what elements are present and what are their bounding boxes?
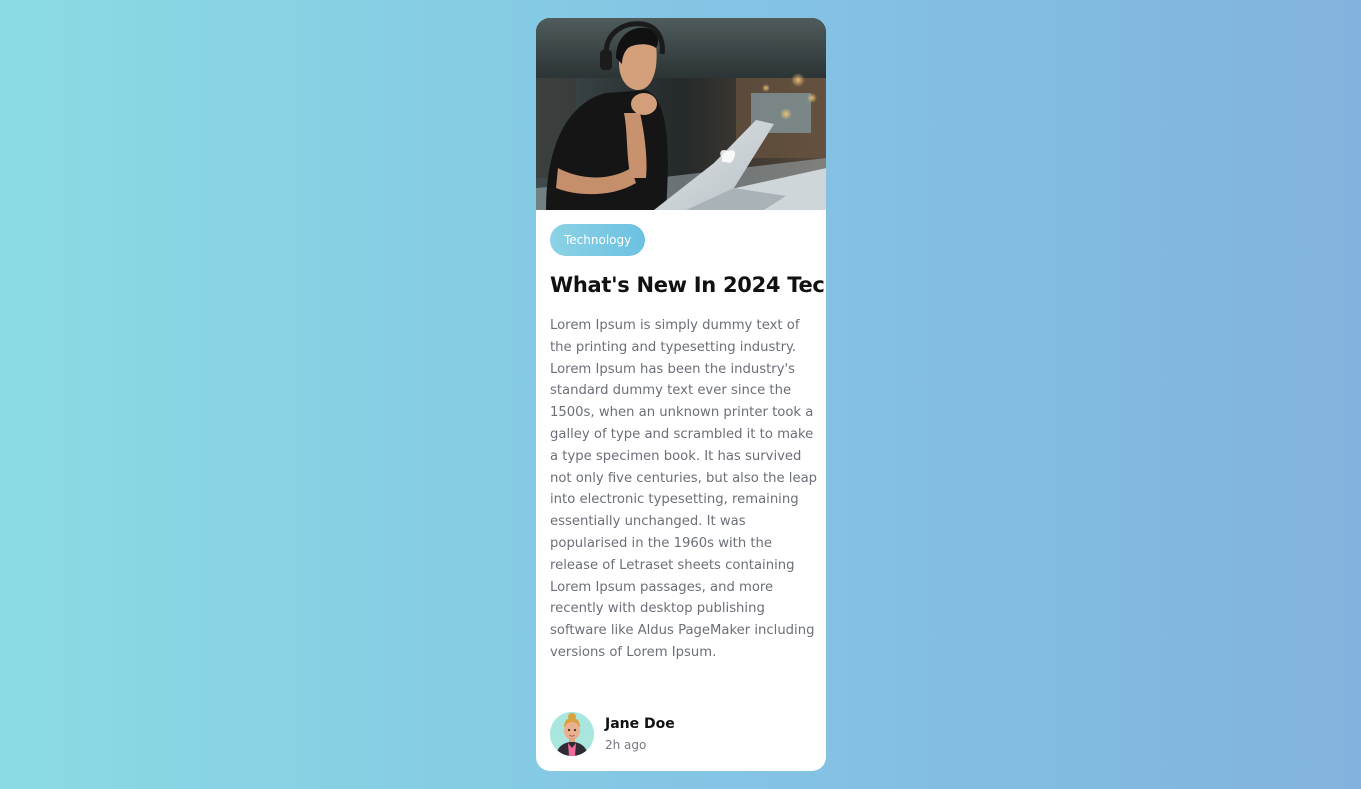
card-description: Lorem Ipsum is simply dummy text of the … — [550, 318, 818, 660]
photo-person-with-laptop — [536, 18, 826, 210]
card-title: What's New In 2024 Tech — [550, 273, 826, 297]
author-name[interactable]: Jane Doe — [605, 716, 675, 732]
post-timestamp: 2h ago — [605, 738, 647, 752]
hero-image — [536, 18, 826, 210]
category-tag[interactable]: Technology — [550, 224, 646, 256]
blog-card: Technology What's New In 2024 Tech Lorem… — [536, 18, 826, 771]
author-block: Jane Doe 2h ago — [550, 712, 812, 758]
avatar-woman-icon[interactable] — [550, 712, 594, 756]
